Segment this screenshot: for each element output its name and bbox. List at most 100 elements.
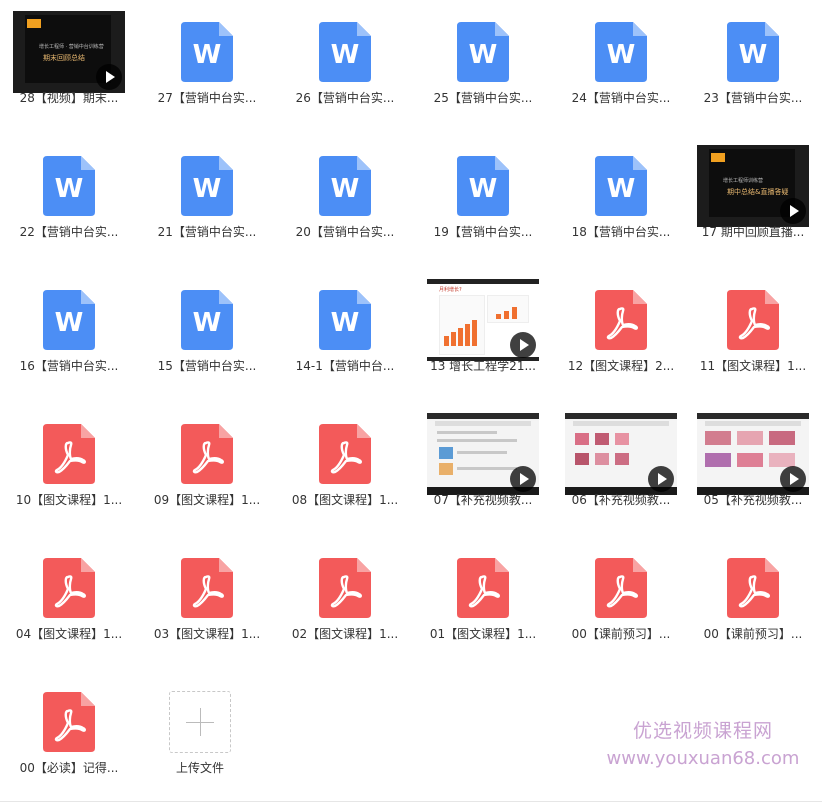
file-name: 06【补充视频教... xyxy=(571,493,671,507)
file-item-13[interactable]: 月利增长? 13 增长工程学21... xyxy=(414,268,552,402)
video-thumbnail: 增长工程师训练营 期中总结&直播答疑 xyxy=(697,145,809,227)
thumb-wrap: W xyxy=(552,144,690,228)
thumbnail-image xyxy=(769,453,795,467)
content-row xyxy=(457,467,517,470)
file-item-23[interactable]: W 23【营销中台实... xyxy=(684,0,822,134)
word-file-icon: W xyxy=(181,156,233,216)
file-item-04[interactable]: 04【图文课程】1... xyxy=(0,536,138,670)
file-item-02[interactable]: 02【图文课程】1... xyxy=(276,536,414,670)
file-name: 28【视频】期末... xyxy=(19,91,119,105)
thumbnail-image xyxy=(769,431,795,445)
file-name: 05【补充视频教... xyxy=(703,493,803,507)
file-name: 00【必读】记得... xyxy=(19,761,119,775)
file-item-05[interactable]: 05【补充视频教... xyxy=(684,402,822,536)
svg-text:W: W xyxy=(607,40,636,70)
file-item-06[interactable]: 06【补充视频教... xyxy=(552,402,690,536)
thumb-wrap xyxy=(552,412,690,496)
file-item-01[interactable]: 01【图文课程】1... xyxy=(414,536,552,670)
thumbnail-image xyxy=(615,433,629,445)
content-row xyxy=(437,431,497,434)
file-name: 16【营销中台实... xyxy=(19,359,119,373)
file-item-00c[interactable]: 00【必读】记得... xyxy=(0,670,138,804)
file-item-12[interactable]: 12【图文课程】2... xyxy=(552,268,690,402)
thumbnail-image xyxy=(439,463,453,475)
file-item-25[interactable]: W 25【营销中台实... xyxy=(414,0,552,134)
word-file-icon: W xyxy=(181,290,233,350)
file-item-03[interactable]: 03【图文课程】1... xyxy=(138,536,276,670)
pdf-file-icon xyxy=(43,424,95,484)
thumb-wrap: W xyxy=(276,278,414,362)
file-name: 22【营销中台实... xyxy=(19,225,119,239)
thumbnail-image xyxy=(705,431,731,445)
chart-bar xyxy=(451,332,456,346)
file-item-10[interactable]: 10【图文课程】1... xyxy=(0,402,138,536)
slide-subtitle: 增长工程师 · 营销中台训练营 xyxy=(39,44,104,50)
word-file-icon: W xyxy=(457,22,509,82)
file-item-07[interactable]: 07【补充视频教... xyxy=(414,402,552,536)
file-item-16[interactable]: W 16【营销中台实... xyxy=(0,268,138,402)
file-name: 26【营销中台实... xyxy=(295,91,395,105)
file-item-15[interactable]: W 15【营销中台实... xyxy=(138,268,276,402)
pdf-file-icon xyxy=(595,290,647,350)
file-item-26[interactable]: W 26【营销中台实... xyxy=(276,0,414,134)
address-bar xyxy=(435,421,531,426)
content-row xyxy=(437,439,517,442)
video-thumbnail xyxy=(565,413,677,495)
file-item-18[interactable]: W 18【营销中台实... xyxy=(552,134,690,268)
file-item-24[interactable]: W 24【营销中台实... xyxy=(552,0,690,134)
thumb-wrap: W xyxy=(0,144,138,228)
file-item-09[interactable]: 09【图文课程】1... xyxy=(138,402,276,536)
slide-panel xyxy=(439,295,485,355)
word-file-icon: W xyxy=(319,22,371,82)
file-item-00a[interactable]: 00【课前预习】... xyxy=(552,536,690,670)
thumb-wrap xyxy=(414,546,552,630)
chart-bar xyxy=(496,314,501,319)
thumb-wrap: W xyxy=(138,144,276,228)
pdf-file-icon xyxy=(43,692,95,752)
word-file-icon: W xyxy=(43,156,95,216)
video-thumbnail xyxy=(697,413,809,495)
file-item-00b[interactable]: 00【课前预习】... xyxy=(684,536,822,670)
address-bar xyxy=(573,421,669,426)
word-file-icon: W xyxy=(181,22,233,82)
file-item-27[interactable]: W 27【营销中台实... xyxy=(138,0,276,134)
svg-text:W: W xyxy=(607,174,636,204)
svg-text:W: W xyxy=(55,308,84,338)
thumb-wrap: W xyxy=(276,144,414,228)
upload-file-button[interactable]: 上传文件 xyxy=(131,670,269,804)
file-item-22[interactable]: W 22【营销中台实... xyxy=(0,134,138,268)
slide-tag xyxy=(711,153,725,162)
slide-title: 期中总结&直播答疑 xyxy=(727,188,789,196)
file-item-08[interactable]: 08【图文课程】1... xyxy=(276,402,414,536)
upload-dropzone[interactable] xyxy=(169,691,231,753)
file-name: 04【图文课程】1... xyxy=(15,627,123,641)
file-item-19[interactable]: W 19【营销中台实... xyxy=(414,134,552,268)
thumbnail-image xyxy=(595,433,609,445)
thumb-wrap: W xyxy=(138,10,276,94)
thumb-wrap: W xyxy=(0,278,138,362)
pdf-file-icon xyxy=(181,424,233,484)
thumb-wrap xyxy=(414,412,552,496)
browser-bar xyxy=(565,413,677,419)
file-name: 13 增长工程学21... xyxy=(430,359,536,373)
slide-title: 月利增长? xyxy=(439,287,462,293)
file-item-11[interactable]: 11【图文课程】1... xyxy=(684,268,822,402)
thumb-wrap xyxy=(276,546,414,630)
file-name: 14-1【营销中台... xyxy=(295,359,395,373)
file-item-21[interactable]: W 21【营销中台实... xyxy=(138,134,276,268)
file-item-28[interactable]: 增长工程师 · 营销中台训练营 期末回顾总结 28【视频】期末... xyxy=(0,0,138,134)
file-item-14-1[interactable]: W 14-1【营销中台... xyxy=(276,268,414,402)
pdf-file-icon xyxy=(727,290,779,350)
file-name: 27【营销中台实... xyxy=(157,91,257,105)
file-name: 11【图文课程】1... xyxy=(699,359,807,373)
video-play-icon xyxy=(96,64,122,90)
file-item-20[interactable]: W 20【营销中台实... xyxy=(276,134,414,268)
thumb-wrap: W xyxy=(414,144,552,228)
thumbnail-image xyxy=(575,433,589,445)
thumb-wrap: W xyxy=(276,10,414,94)
thumb-wrap xyxy=(684,278,822,362)
chart-bar xyxy=(504,311,509,319)
file-item-17[interactable]: 增长工程师训练营 期中总结&直播答疑 17 期中回顾直播... xyxy=(684,134,822,268)
word-file-icon: W xyxy=(727,22,779,82)
address-bar xyxy=(705,421,801,426)
